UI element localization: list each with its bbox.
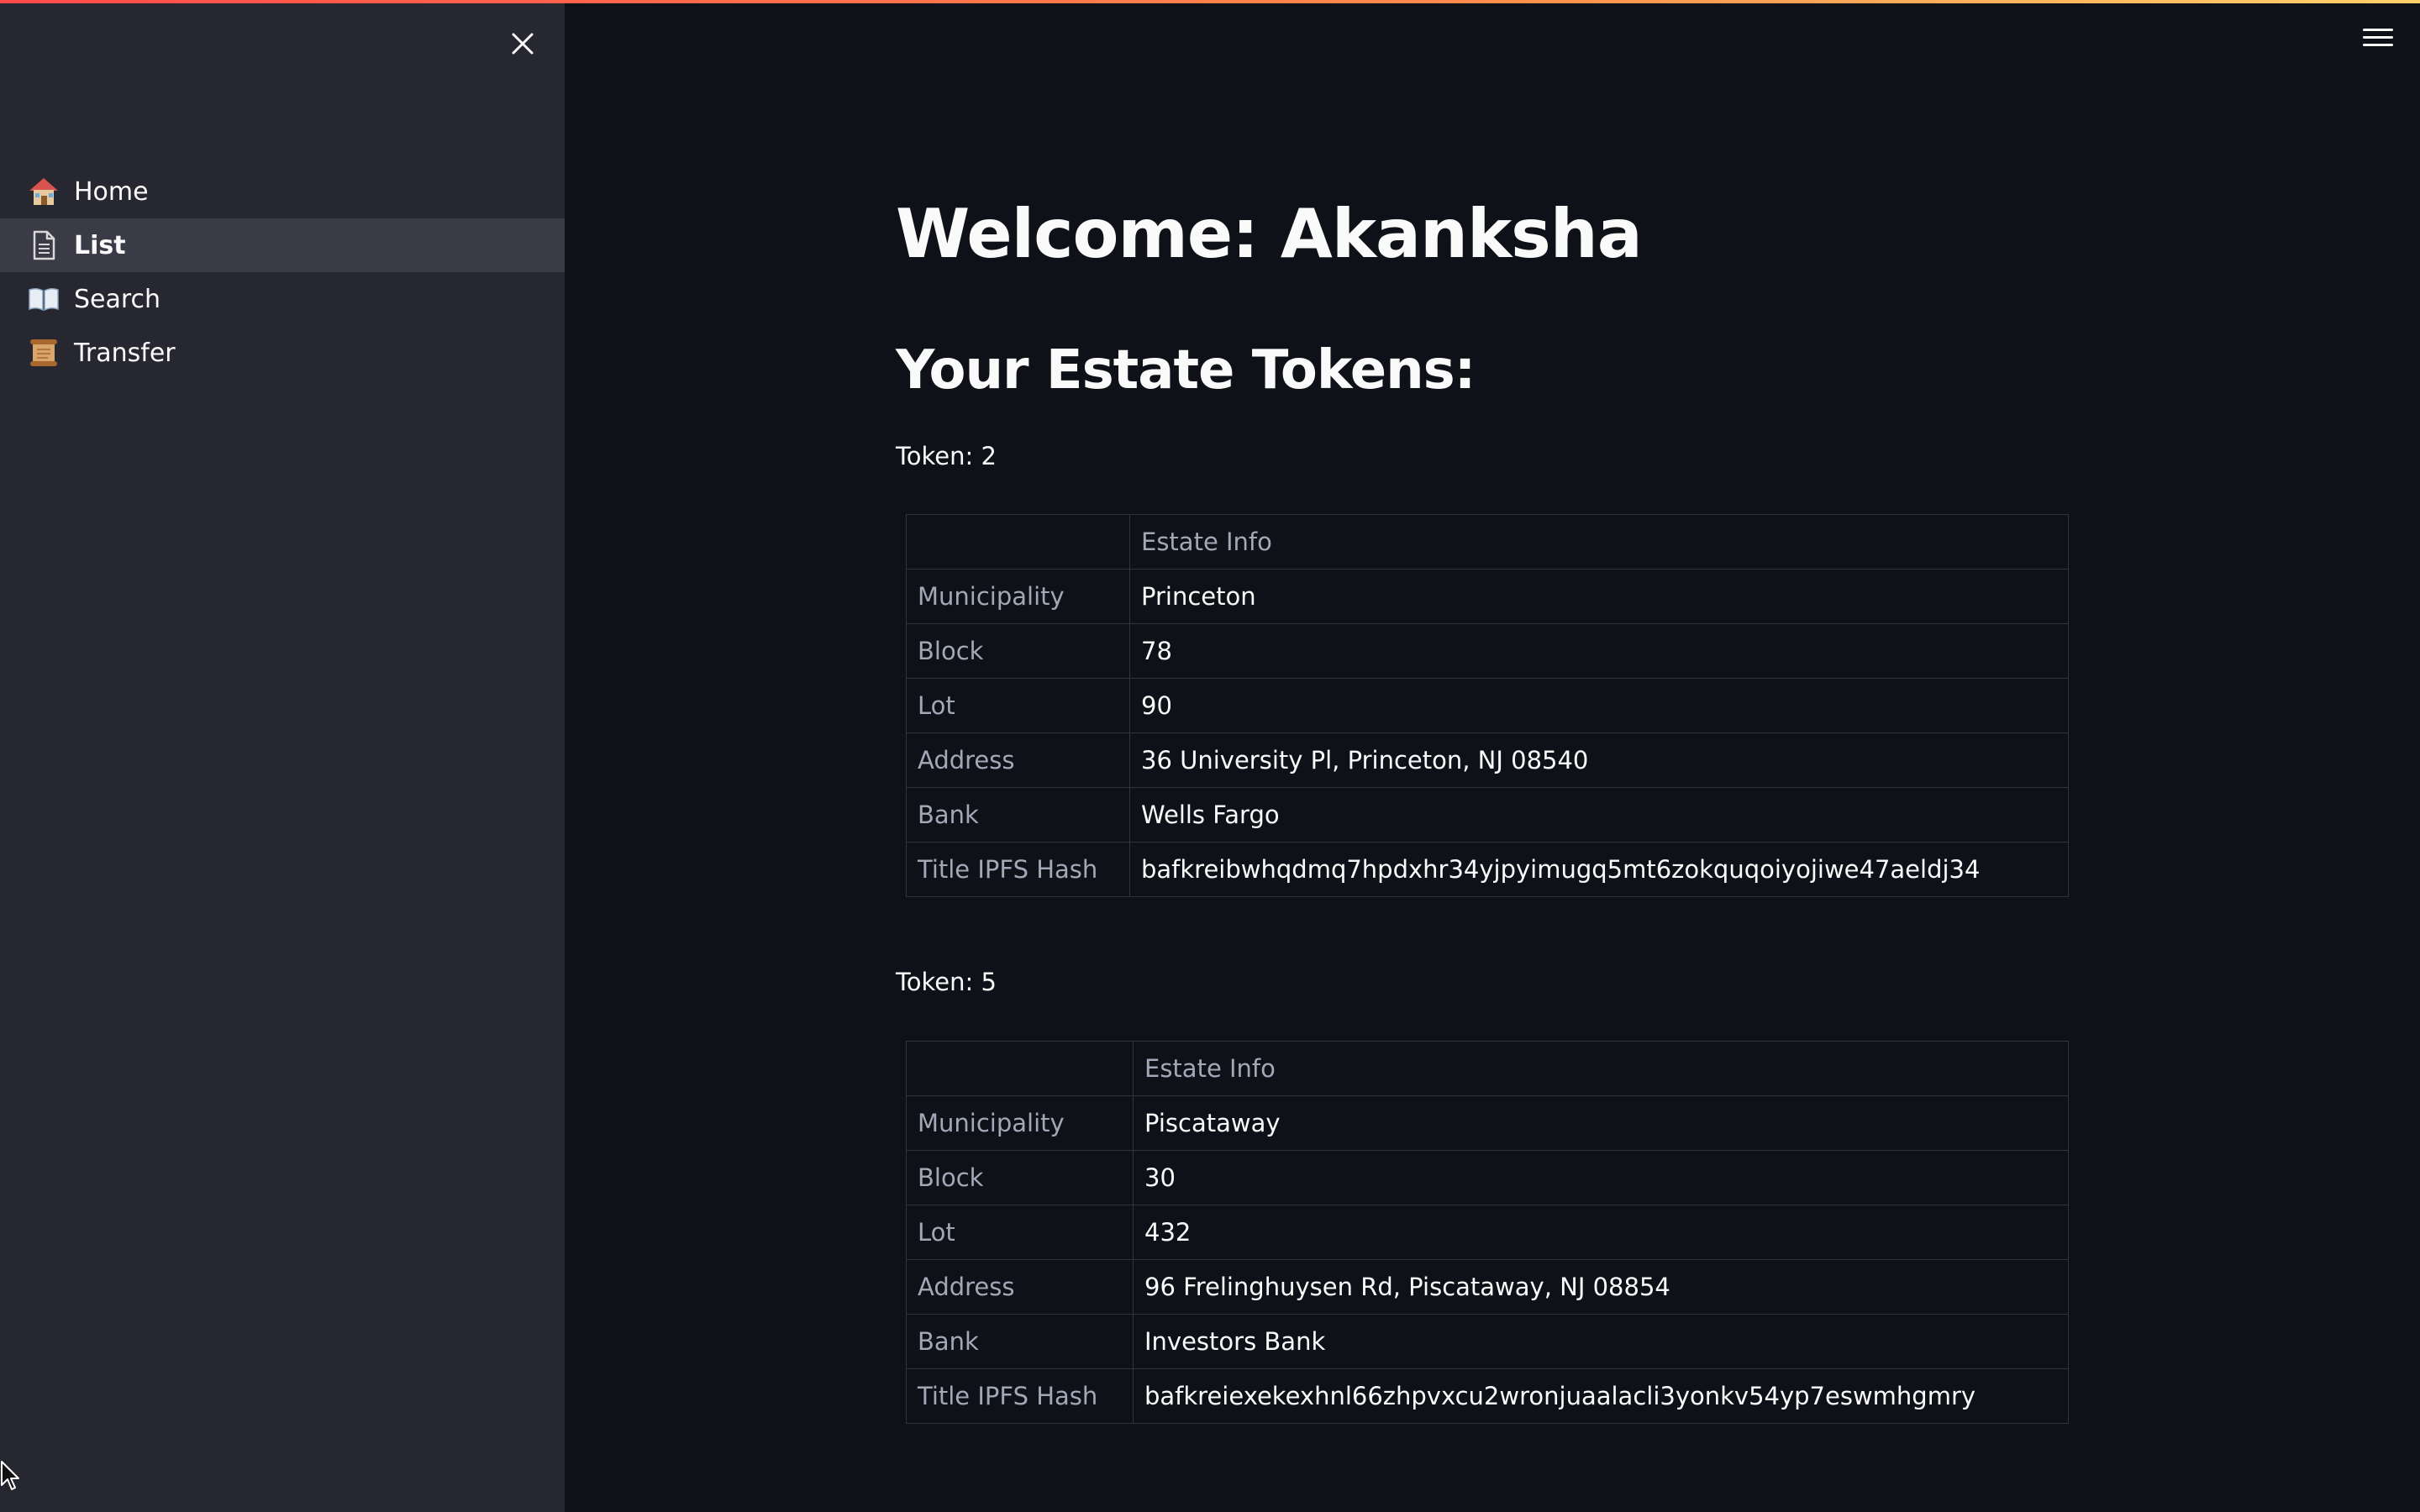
table-row: Bank Investors Bank xyxy=(906,1314,2069,1369)
top-decoration-bar xyxy=(0,0,2420,3)
table-cell: Investors Bank xyxy=(1133,1314,2069,1369)
row-header: Address xyxy=(906,732,1130,788)
house-icon xyxy=(27,175,60,208)
sidebar-item-home[interactable]: Home xyxy=(0,165,565,218)
token-label: Token: 2 xyxy=(896,442,997,470)
table-header-row: Estate Info xyxy=(906,514,2069,570)
table-cell: bafkreiexekexhnl66zhpvxcu2wronjuaalacli3… xyxy=(1133,1368,2069,1424)
row-header: Municipality xyxy=(906,569,1130,624)
table-cell: 96 Frelinghuysen Rd, Piscataway, NJ 0885… xyxy=(1133,1259,2069,1315)
table-cell: Princeton xyxy=(1129,569,2069,624)
table-row: Municipality Piscataway xyxy=(906,1095,2069,1151)
table-cell: 90 xyxy=(1129,678,2069,733)
table-header-row: Estate Info xyxy=(906,1041,2069,1096)
row-header: Bank xyxy=(906,1314,1134,1369)
close-icon xyxy=(512,33,534,55)
sidebar-item-search[interactable]: Search xyxy=(0,272,565,326)
column-header: Estate Info xyxy=(1129,514,2069,570)
sidebar-item-list[interactable]: List xyxy=(0,218,565,272)
table-row: Title IPFS Hash bafkreibwhqdmq7hpdxhr34y… xyxy=(906,842,2069,897)
table-cell: Wells Fargo xyxy=(1129,787,2069,843)
scroll-icon xyxy=(27,336,60,370)
table-cell: 432 xyxy=(1133,1205,2069,1260)
table-row: Lot 90 xyxy=(906,678,2069,733)
section-heading: Your Estate Tokens: xyxy=(896,339,1476,402)
sidebar-nav: Home List Search Transfer xyxy=(0,165,565,380)
table-cell: Piscataway xyxy=(1133,1095,2069,1151)
row-header: Block xyxy=(906,623,1130,679)
sidebar-item-label: Search xyxy=(74,284,161,314)
row-header: Block xyxy=(906,1150,1134,1205)
table-cell: 78 xyxy=(1129,623,2069,679)
table-row: Bank Wells Fargo xyxy=(906,787,2069,843)
row-header: Title IPFS Hash xyxy=(906,1368,1134,1424)
document-icon xyxy=(27,228,60,262)
estate-table: Estate Info Municipality Piscataway Bloc… xyxy=(906,1041,2069,1424)
table-cell: 36 University Pl, Princeton, NJ 08540 xyxy=(1129,732,2069,788)
table-cell: 30 xyxy=(1133,1150,2069,1205)
table-cell: bafkreibwhqdmq7hpdxhr34yjpyimugq5mt6zokq… xyxy=(1129,842,2069,897)
row-header: Title IPFS Hash xyxy=(906,842,1130,897)
main-menu-button[interactable] xyxy=(2363,29,2393,54)
column-header: Estate Info xyxy=(1133,1041,2069,1096)
sidebar: Home List Search Transfer xyxy=(0,0,565,1512)
row-header: Address xyxy=(906,1259,1134,1315)
table-row: Block 30 xyxy=(906,1150,2069,1205)
table-corner-cell xyxy=(906,1041,1134,1096)
sidebar-close-button[interactable] xyxy=(508,29,538,59)
table-row: Municipality Princeton xyxy=(906,569,2069,624)
row-header: Municipality xyxy=(906,1095,1134,1151)
page-title: Welcome: Akanksha xyxy=(896,195,1643,273)
estate-table: Estate Info Municipality Princeton Block… xyxy=(906,514,2069,897)
row-header: Bank xyxy=(906,787,1130,843)
row-header: Lot xyxy=(906,678,1130,733)
sidebar-item-transfer[interactable]: Transfer xyxy=(0,326,565,380)
table-row: Title IPFS Hash bafkreiexekexhnl66zhpvxc… xyxy=(906,1368,2069,1424)
table-row: Lot 432 xyxy=(906,1205,2069,1260)
token-label: Token: 5 xyxy=(896,968,997,996)
table-row: Address 96 Frelinghuysen Rd, Piscataway,… xyxy=(906,1259,2069,1315)
row-header: Lot xyxy=(906,1205,1134,1260)
table-corner-cell xyxy=(906,514,1130,570)
sidebar-item-label: Transfer xyxy=(74,338,176,368)
hamburger-menu-icon xyxy=(2363,29,2393,46)
table-row: Address 36 University Pl, Princeton, NJ … xyxy=(906,732,2069,788)
mouse-cursor-icon xyxy=(0,1460,22,1497)
sidebar-item-label: List xyxy=(74,230,126,260)
table-row: Block 78 xyxy=(906,623,2069,679)
open-book-icon xyxy=(27,282,60,316)
sidebar-item-label: Home xyxy=(74,176,149,207)
